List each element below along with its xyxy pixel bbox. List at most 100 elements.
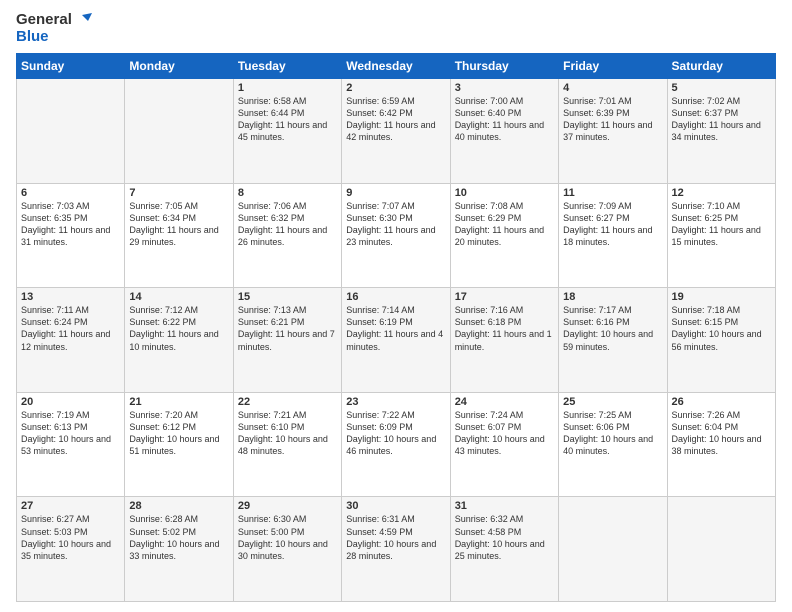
- day-info: Sunrise: 7:00 AM Sunset: 6:40 PM Dayligh…: [455, 95, 554, 144]
- day-info: Sunrise: 6:28 AM Sunset: 5:02 PM Dayligh…: [129, 513, 228, 562]
- calendar-cell: 14Sunrise: 7:12 AM Sunset: 6:22 PM Dayli…: [125, 288, 233, 393]
- day-number: 13: [21, 291, 120, 303]
- day-number: 25: [563, 396, 662, 408]
- calendar-cell: 18Sunrise: 7:17 AM Sunset: 6:16 PM Dayli…: [559, 288, 667, 393]
- logo-blue-text: Blue: [16, 29, 92, 46]
- day-number: 27: [21, 500, 120, 512]
- calendar-cell: [559, 497, 667, 602]
- day-number: 28: [129, 500, 228, 512]
- day-number: 21: [129, 396, 228, 408]
- calendar-cell: 16Sunrise: 7:14 AM Sunset: 6:19 PM Dayli…: [342, 288, 450, 393]
- calendar-cell: 2Sunrise: 6:59 AM Sunset: 6:42 PM Daylig…: [342, 79, 450, 184]
- day-number: 19: [672, 291, 771, 303]
- day-number: 12: [672, 187, 771, 199]
- day-info: Sunrise: 7:09 AM Sunset: 6:27 PM Dayligh…: [563, 200, 662, 249]
- calendar-cell: 25Sunrise: 7:25 AM Sunset: 6:06 PM Dayli…: [559, 392, 667, 497]
- day-info: Sunrise: 7:05 AM Sunset: 6:34 PM Dayligh…: [129, 200, 228, 249]
- weekday-header-row: SundayMondayTuesdayWednesdayThursdayFrid…: [17, 54, 776, 79]
- day-number: 10: [455, 187, 554, 199]
- day-info: Sunrise: 7:24 AM Sunset: 6:07 PM Dayligh…: [455, 409, 554, 458]
- day-number: 22: [238, 396, 337, 408]
- day-number: 7: [129, 187, 228, 199]
- day-info: Sunrise: 6:27 AM Sunset: 5:03 PM Dayligh…: [21, 513, 120, 562]
- calendar-cell: [125, 79, 233, 184]
- calendar-week-5: 27Sunrise: 6:27 AM Sunset: 5:03 PM Dayli…: [17, 497, 776, 602]
- day-number: 11: [563, 187, 662, 199]
- calendar-cell: 11Sunrise: 7:09 AM Sunset: 6:27 PM Dayli…: [559, 183, 667, 288]
- calendar-table: SundayMondayTuesdayWednesdayThursdayFrid…: [16, 53, 776, 602]
- day-number: 5: [672, 82, 771, 94]
- calendar-cell: 24Sunrise: 7:24 AM Sunset: 6:07 PM Dayli…: [450, 392, 558, 497]
- day-info: Sunrise: 7:07 AM Sunset: 6:30 PM Dayligh…: [346, 200, 445, 249]
- day-info: Sunrise: 7:18 AM Sunset: 6:15 PM Dayligh…: [672, 304, 771, 353]
- logo-container: General Blue: [16, 12, 92, 45]
- calendar-cell: 6Sunrise: 7:03 AM Sunset: 6:35 PM Daylig…: [17, 183, 125, 288]
- calendar-week-1: 1Sunrise: 6:58 AM Sunset: 6:44 PM Daylig…: [17, 79, 776, 184]
- weekday-header-saturday: Saturday: [667, 54, 775, 79]
- calendar-cell: 27Sunrise: 6:27 AM Sunset: 5:03 PM Dayli…: [17, 497, 125, 602]
- calendar-cell: 15Sunrise: 7:13 AM Sunset: 6:21 PM Dayli…: [233, 288, 341, 393]
- calendar-cell: 5Sunrise: 7:02 AM Sunset: 6:37 PM Daylig…: [667, 79, 775, 184]
- calendar-cell: 20Sunrise: 7:19 AM Sunset: 6:13 PM Dayli…: [17, 392, 125, 497]
- calendar-cell: 19Sunrise: 7:18 AM Sunset: 6:15 PM Dayli…: [667, 288, 775, 393]
- weekday-header-wednesday: Wednesday: [342, 54, 450, 79]
- weekday-header-thursday: Thursday: [450, 54, 558, 79]
- calendar-cell: 22Sunrise: 7:21 AM Sunset: 6:10 PM Dayli…: [233, 392, 341, 497]
- calendar-week-3: 13Sunrise: 7:11 AM Sunset: 6:24 PM Dayli…: [17, 288, 776, 393]
- day-info: Sunrise: 7:11 AM Sunset: 6:24 PM Dayligh…: [21, 304, 120, 353]
- logo-general-text: General: [16, 12, 72, 29]
- logo: General Blue: [16, 12, 92, 45]
- day-info: Sunrise: 7:01 AM Sunset: 6:39 PM Dayligh…: [563, 95, 662, 144]
- day-number: 8: [238, 187, 337, 199]
- day-info: Sunrise: 7:02 AM Sunset: 6:37 PM Dayligh…: [672, 95, 771, 144]
- day-info: Sunrise: 7:08 AM Sunset: 6:29 PM Dayligh…: [455, 200, 554, 249]
- calendar-cell: 31Sunrise: 6:32 AM Sunset: 4:58 PM Dayli…: [450, 497, 558, 602]
- day-info: Sunrise: 7:03 AM Sunset: 6:35 PM Dayligh…: [21, 200, 120, 249]
- day-info: Sunrise: 7:10 AM Sunset: 6:25 PM Dayligh…: [672, 200, 771, 249]
- day-info: Sunrise: 6:58 AM Sunset: 6:44 PM Dayligh…: [238, 95, 337, 144]
- day-number: 26: [672, 396, 771, 408]
- calendar-cell: 8Sunrise: 7:06 AM Sunset: 6:32 PM Daylig…: [233, 183, 341, 288]
- calendar-cell: 29Sunrise: 6:30 AM Sunset: 5:00 PM Dayli…: [233, 497, 341, 602]
- day-info: Sunrise: 7:17 AM Sunset: 6:16 PM Dayligh…: [563, 304, 662, 353]
- day-info: Sunrise: 7:20 AM Sunset: 6:12 PM Dayligh…: [129, 409, 228, 458]
- day-number: 20: [21, 396, 120, 408]
- day-number: 29: [238, 500, 337, 512]
- calendar-cell: 1Sunrise: 6:58 AM Sunset: 6:44 PM Daylig…: [233, 79, 341, 184]
- logo-bird-icon: [74, 13, 92, 27]
- weekday-header-tuesday: Tuesday: [233, 54, 341, 79]
- calendar-cell: 30Sunrise: 6:31 AM Sunset: 4:59 PM Dayli…: [342, 497, 450, 602]
- calendar-cell: 3Sunrise: 7:00 AM Sunset: 6:40 PM Daylig…: [450, 79, 558, 184]
- day-info: Sunrise: 6:32 AM Sunset: 4:58 PM Dayligh…: [455, 513, 554, 562]
- day-info: Sunrise: 7:16 AM Sunset: 6:18 PM Dayligh…: [455, 304, 554, 353]
- calendar-cell: [667, 497, 775, 602]
- day-info: Sunrise: 6:31 AM Sunset: 4:59 PM Dayligh…: [346, 513, 445, 562]
- calendar-week-2: 6Sunrise: 7:03 AM Sunset: 6:35 PM Daylig…: [17, 183, 776, 288]
- calendar-cell: [17, 79, 125, 184]
- calendar-cell: 7Sunrise: 7:05 AM Sunset: 6:34 PM Daylig…: [125, 183, 233, 288]
- day-number: 2: [346, 82, 445, 94]
- day-number: 24: [455, 396, 554, 408]
- day-number: 15: [238, 291, 337, 303]
- calendar-week-4: 20Sunrise: 7:19 AM Sunset: 6:13 PM Dayli…: [17, 392, 776, 497]
- day-info: Sunrise: 7:06 AM Sunset: 6:32 PM Dayligh…: [238, 200, 337, 249]
- calendar-cell: 10Sunrise: 7:08 AM Sunset: 6:29 PM Dayli…: [450, 183, 558, 288]
- calendar-cell: 21Sunrise: 7:20 AM Sunset: 6:12 PM Dayli…: [125, 392, 233, 497]
- day-info: Sunrise: 7:19 AM Sunset: 6:13 PM Dayligh…: [21, 409, 120, 458]
- calendar-cell: 4Sunrise: 7:01 AM Sunset: 6:39 PM Daylig…: [559, 79, 667, 184]
- day-info: Sunrise: 7:13 AM Sunset: 6:21 PM Dayligh…: [238, 304, 337, 353]
- day-number: 30: [346, 500, 445, 512]
- calendar-cell: 28Sunrise: 6:28 AM Sunset: 5:02 PM Dayli…: [125, 497, 233, 602]
- weekday-header-friday: Friday: [559, 54, 667, 79]
- day-info: Sunrise: 7:26 AM Sunset: 6:04 PM Dayligh…: [672, 409, 771, 458]
- calendar-cell: 9Sunrise: 7:07 AM Sunset: 6:30 PM Daylig…: [342, 183, 450, 288]
- page-header: General Blue: [16, 12, 776, 45]
- day-number: 9: [346, 187, 445, 199]
- day-info: Sunrise: 7:21 AM Sunset: 6:10 PM Dayligh…: [238, 409, 337, 458]
- day-number: 14: [129, 291, 228, 303]
- weekday-header-monday: Monday: [125, 54, 233, 79]
- day-number: 31: [455, 500, 554, 512]
- calendar-cell: 12Sunrise: 7:10 AM Sunset: 6:25 PM Dayli…: [667, 183, 775, 288]
- day-number: 16: [346, 291, 445, 303]
- day-number: 3: [455, 82, 554, 94]
